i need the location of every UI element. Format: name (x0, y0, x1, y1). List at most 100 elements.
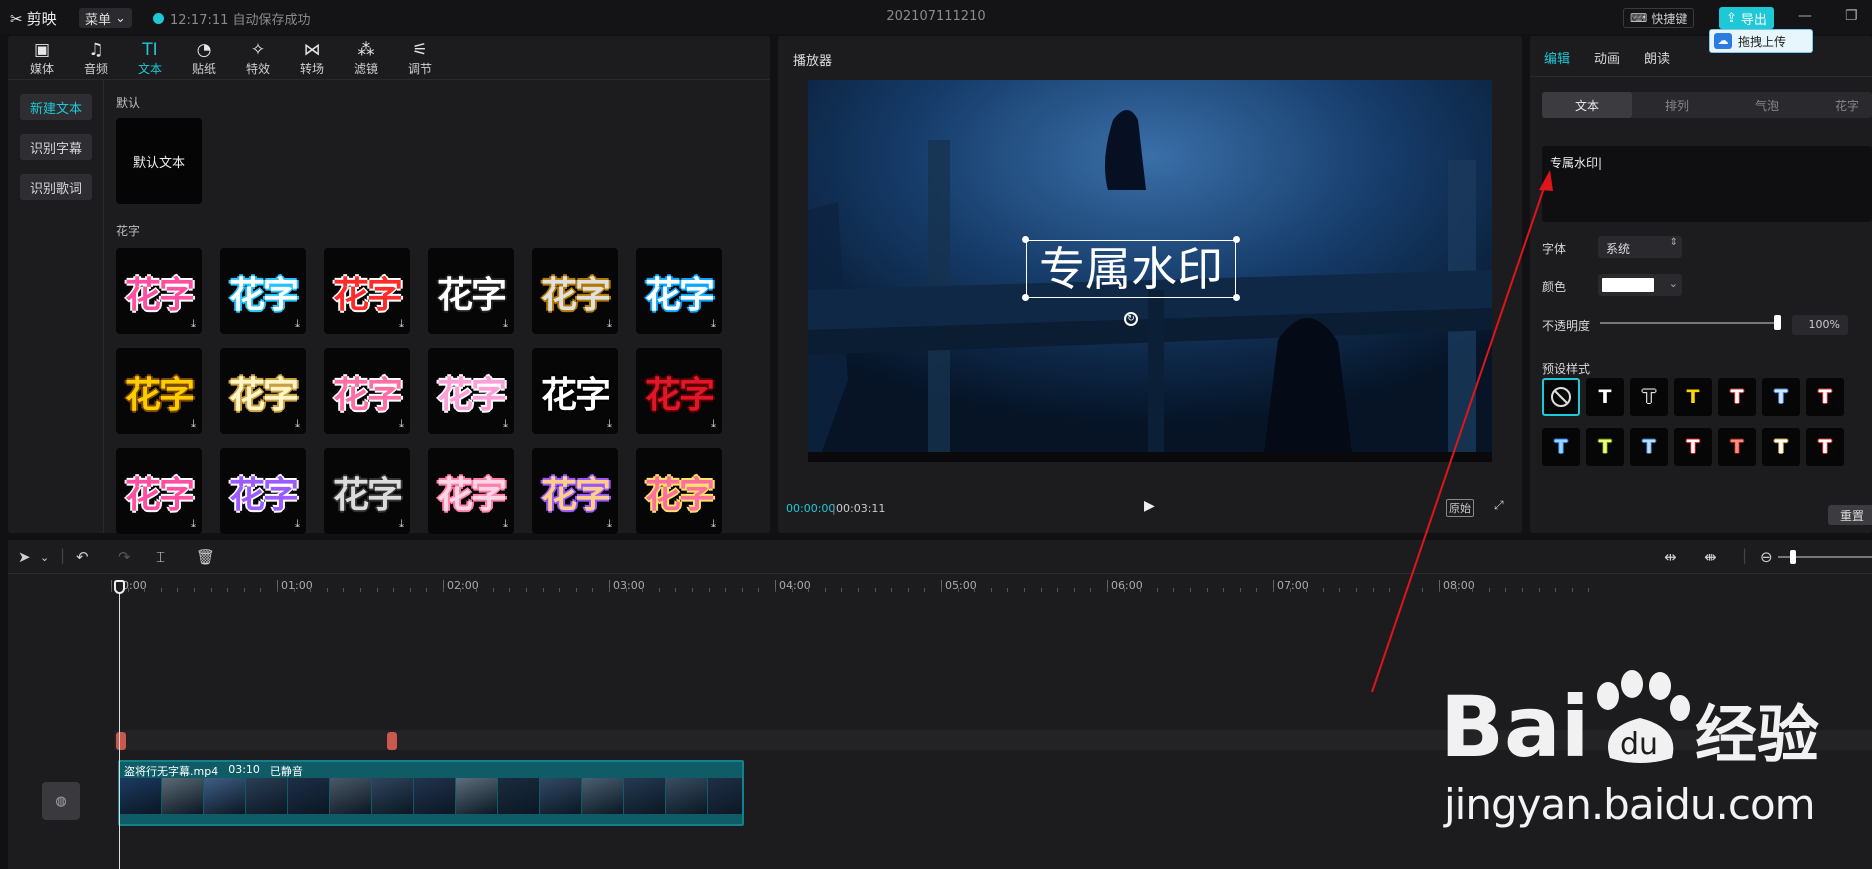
preset-style[interactable]: T (1718, 378, 1756, 416)
new-text-button[interactable]: 新建文本 (20, 94, 92, 120)
preset-style[interactable]: T (1762, 378, 1800, 416)
download-icon[interactable]: ⤓ (503, 417, 508, 431)
download-icon[interactable]: ⤓ (711, 317, 716, 331)
fancy-text-preset[interactable]: 花字 ⤓ (116, 248, 202, 334)
opacity-value-input[interactable]: 100% (1792, 315, 1848, 335)
download-icon[interactable]: ⤓ (399, 417, 404, 431)
download-icon[interactable]: ⤓ (711, 417, 716, 431)
preset-style[interactable]: T (1674, 378, 1712, 416)
fancy-text-preset[interactable]: 花字 ⤓ (532, 248, 618, 334)
fullscreen-icon[interactable]: ⤢ (1494, 498, 1504, 513)
text-clip-start-marker[interactable] (116, 732, 126, 750)
preset-style[interactable]: T (1806, 428, 1844, 466)
download-icon[interactable]: ⤓ (607, 317, 612, 331)
fancy-text-preset[interactable]: 花字 ⤓ (220, 248, 306, 334)
tab-animation[interactable]: 动画 (1594, 48, 1620, 67)
download-icon[interactable]: ⤓ (295, 317, 300, 331)
magnet-snap-icon[interactable]: ⇹ (1664, 548, 1677, 566)
split-icon[interactable]: ⌶ (156, 548, 165, 566)
rotate-handle-icon[interactable]: ↻ (1124, 312, 1138, 326)
default-text-card[interactable]: 默认文本 (116, 118, 202, 204)
undo-icon[interactable]: ↶ (76, 548, 89, 566)
tab-transition[interactable]: ⋈ 转场 (290, 40, 334, 77)
text-clip-end-marker[interactable] (387, 732, 397, 750)
fancy-text-preset[interactable]: 花字 ⤓ (636, 248, 722, 334)
tab-media[interactable]: ▣ 媒体 (20, 40, 64, 77)
preset-style[interactable]: T (1806, 378, 1844, 416)
download-icon[interactable]: ⤓ (503, 517, 508, 531)
video-preview[interactable]: 专属水印 ↻ (808, 80, 1492, 462)
fancy-text-preset[interactable]: 花字 ⤓ (324, 448, 410, 534)
play-icon[interactable]: ▶ (1144, 498, 1155, 514)
text-content-input[interactable]: 专属水印| (1542, 146, 1872, 222)
delete-icon[interactable]: 🗑 (196, 548, 215, 566)
redo-icon[interactable]: ↷ (118, 548, 131, 566)
zoom-slider-thumb[interactable] (1790, 550, 1796, 564)
fancy-text-preset[interactable]: 花字 ⤓ (532, 448, 618, 534)
upload-tooltip[interactable]: ☁ 拖拽上传 (1709, 29, 1813, 53)
download-icon[interactable]: ⤓ (191, 317, 196, 331)
download-icon[interactable]: ⤓ (503, 317, 508, 331)
fancy-text-preset[interactable]: 花字 ⤓ (428, 448, 514, 534)
resize-handle[interactable] (1233, 294, 1240, 301)
fancy-text-preset[interactable]: 花字 ⤓ (636, 448, 722, 534)
zoom-out-icon[interactable]: ⊖ (1760, 548, 1773, 566)
tab-adjust[interactable]: ⚟ 调节 (398, 40, 442, 77)
download-icon[interactable]: ⤓ (399, 517, 404, 531)
fancy-text-preset[interactable]: 花字 ⤓ (324, 348, 410, 434)
fancy-text-preset[interactable]: 花字 ⤓ (220, 448, 306, 534)
download-icon[interactable]: ⤓ (607, 417, 612, 431)
tab-read-aloud[interactable]: 朗读 (1644, 48, 1670, 67)
tab-effect[interactable]: ✧ 特效 (236, 40, 280, 77)
download-icon[interactable]: ⤓ (399, 317, 404, 331)
preset-style[interactable]: T (1542, 428, 1580, 466)
font-select[interactable]: 系统 ⇕ (1598, 236, 1682, 258)
recognize-lyrics-button[interactable]: 识别歌词 (20, 174, 92, 200)
chevron-down-icon[interactable]: ⌄ (40, 551, 49, 564)
playhead-handle[interactable] (114, 580, 125, 594)
original-ratio-button[interactable]: 原始 (1446, 499, 1474, 517)
shortcut-button[interactable]: ⌨ 快捷键 (1623, 8, 1695, 28)
download-icon[interactable]: ⤓ (711, 517, 716, 531)
select-cursor-icon[interactable]: ➤ (18, 548, 31, 566)
reset-button[interactable]: 重置 (1828, 505, 1872, 525)
minimize-icon[interactable]: — (1798, 8, 1812, 24)
download-icon[interactable]: ⤓ (191, 417, 196, 431)
preset-none-icon[interactable] (1542, 378, 1580, 416)
subtab-fancy[interactable]: 花字 (1802, 92, 1872, 118)
video-clip[interactable]: 盗将行无字幕.mp4 03:10 已静音 (118, 760, 744, 826)
fancy-text-preset[interactable]: 花字 ⤓ (116, 348, 202, 434)
color-picker[interactable]: ⌄ (1598, 274, 1682, 296)
subtab-bubble[interactable]: 气泡 (1722, 92, 1812, 118)
linkage-icon[interactable]: ⇼ (1704, 548, 1717, 566)
fancy-text-preset[interactable]: 花字 ⤓ (636, 348, 722, 434)
tab-audio[interactable]: ♫ 音频 (74, 40, 118, 77)
resize-handle[interactable] (1233, 236, 1240, 243)
preset-style[interactable]: T (1630, 428, 1668, 466)
preset-style[interactable]: T (1762, 428, 1800, 466)
tab-sticker[interactable]: ◔ 贴纸 (182, 40, 226, 77)
opacity-slider-thumb[interactable] (1774, 315, 1781, 330)
fancy-text-preset[interactable]: 花字 ⤓ (220, 348, 306, 434)
fancy-text-preset[interactable]: 花字 ⤓ (324, 248, 410, 334)
fancy-text-preset[interactable]: 花字 ⤓ (532, 348, 618, 434)
fancy-text-preset[interactable]: 花字 ⤓ (428, 248, 514, 334)
restore-window-icon[interactable]: ❐ (1845, 8, 1858, 24)
tab-filter[interactable]: ⁂ 滤镜 (344, 40, 388, 77)
opacity-slider-track[interactable] (1600, 322, 1780, 324)
tab-edit[interactable]: 编辑 (1544, 48, 1570, 67)
subtab-arrange[interactable]: 排列 (1632, 92, 1722, 118)
preset-style[interactable]: T (1674, 428, 1712, 466)
tab-text[interactable]: TI 文本 (128, 40, 172, 77)
download-icon[interactable]: ⤓ (295, 417, 300, 431)
preset-style[interactable]: T (1586, 428, 1624, 466)
time-ruler[interactable]: 00:00 01:00 02:00 03:00 04:00 05:00 06:00 07:00… (8, 574, 1872, 594)
download-icon[interactable]: ⤓ (295, 517, 300, 531)
export-button[interactable]: ⇪ 导出 (1719, 7, 1774, 29)
cover-button[interactable]: ◍ (42, 782, 80, 820)
preset-style[interactable]: T (1630, 378, 1668, 416)
fancy-text-preset[interactable]: 花字 ⤓ (428, 348, 514, 434)
download-icon[interactable]: ⤓ (191, 517, 196, 531)
subtab-text[interactable]: 文本 (1542, 92, 1632, 118)
preset-style[interactable]: T (1718, 428, 1756, 466)
